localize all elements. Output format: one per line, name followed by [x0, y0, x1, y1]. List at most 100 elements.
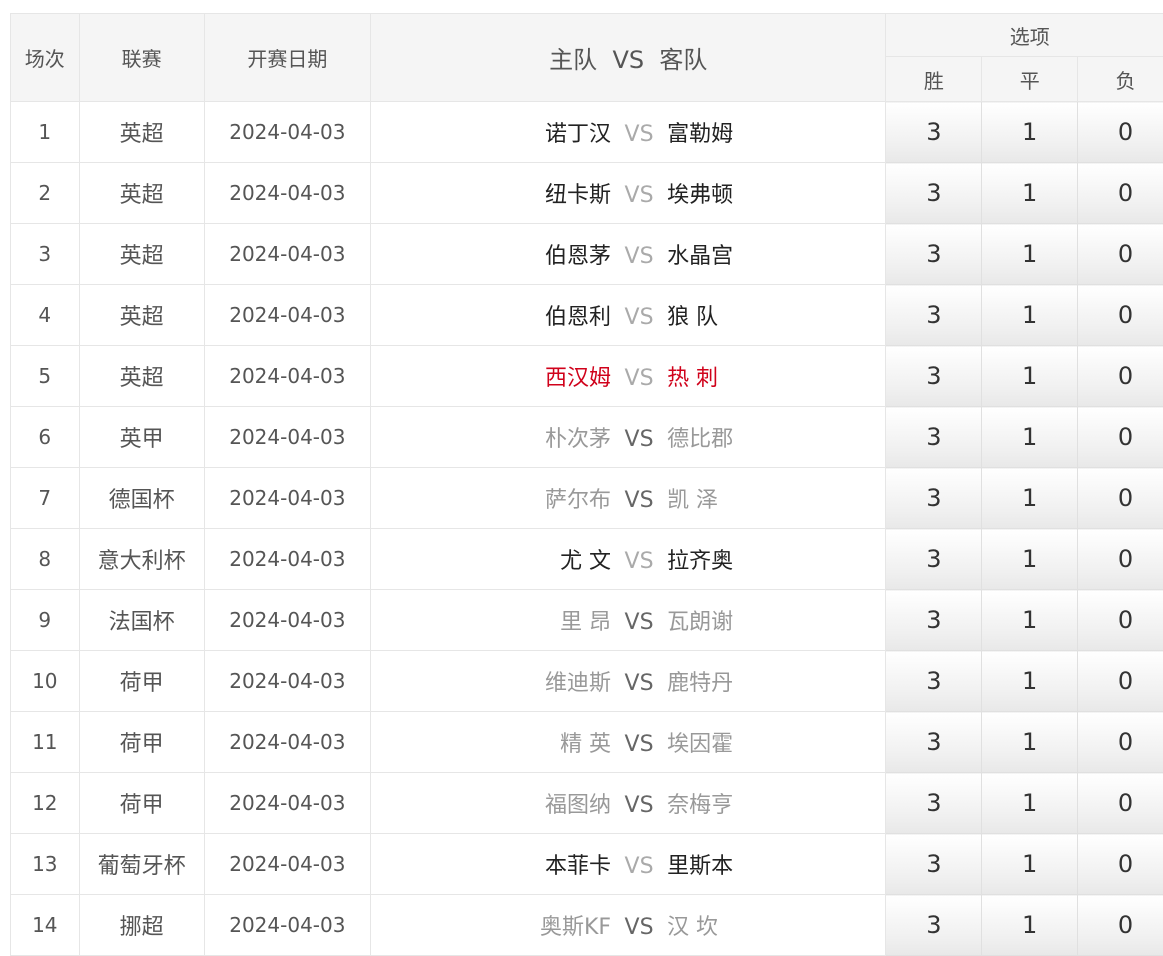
option-draw-button[interactable]: 1	[982, 895, 1078, 956]
option-lose-button[interactable]: 0	[1078, 529, 1163, 590]
vs-label: VS	[611, 793, 667, 818]
home-team: 本菲卡	[371, 848, 611, 880]
row-league: 法国杯	[79, 590, 204, 651]
header-opt-win: 胜	[886, 57, 982, 102]
match-rows: 1英超2024-04-03诺丁汉VS富勒姆3102英超2024-04-03纽卡斯…	[11, 102, 1163, 956]
header-options: 选项	[886, 14, 1163, 57]
vs-label: VS	[611, 488, 667, 513]
table-row: 13葡萄牙杯2024-04-03本菲卡VS里斯本310	[11, 834, 1163, 895]
table-row: 8意大利杯2024-04-03尤 文VS拉齐奥310	[11, 529, 1163, 590]
away-team: 瓦朗谢	[667, 604, 887, 636]
away-team: 水晶宫	[667, 238, 887, 270]
option-lose-button[interactable]: 0	[1078, 590, 1163, 651]
home-team: 朴次茅	[371, 421, 611, 453]
option-draw-button[interactable]: 1	[982, 163, 1078, 224]
row-index: 14	[11, 895, 80, 956]
row-match: 本菲卡VS里斯本	[371, 834, 886, 895]
option-draw-button[interactable]: 1	[982, 285, 1078, 346]
option-win-button[interactable]: 3	[886, 102, 982, 163]
option-draw-button[interactable]: 1	[982, 224, 1078, 285]
option-lose-button[interactable]: 0	[1078, 285, 1163, 346]
table-row: 2英超2024-04-03纽卡斯VS埃弗顿310	[11, 163, 1163, 224]
row-date: 2024-04-03	[204, 834, 370, 895]
row-index: 1	[11, 102, 80, 163]
option-lose-button[interactable]: 0	[1078, 651, 1163, 712]
row-index: 5	[11, 346, 80, 407]
option-draw-button[interactable]: 1	[982, 834, 1078, 895]
option-win-button[interactable]: 3	[886, 895, 982, 956]
option-win-button[interactable]: 3	[886, 834, 982, 895]
option-draw-button[interactable]: 1	[982, 407, 1078, 468]
option-draw-button[interactable]: 1	[982, 102, 1078, 163]
vs-label: VS	[611, 366, 667, 391]
row-date: 2024-04-03	[204, 163, 370, 224]
option-lose-button[interactable]: 0	[1078, 102, 1163, 163]
option-lose-button[interactable]: 0	[1078, 346, 1163, 407]
vs-label: VS	[611, 671, 667, 696]
row-date: 2024-04-03	[204, 468, 370, 529]
table-row: 3英超2024-04-03伯恩茅VS水晶宫310	[11, 224, 1163, 285]
option-win-button[interactable]: 3	[886, 468, 982, 529]
option-win-button[interactable]: 3	[886, 407, 982, 468]
home-team: 尤 文	[371, 543, 611, 575]
option-win-button[interactable]: 3	[886, 285, 982, 346]
option-win-button[interactable]: 3	[886, 529, 982, 590]
table-row: 1英超2024-04-03诺丁汉VS富勒姆310	[11, 102, 1163, 163]
home-team: 伯恩茅	[371, 238, 611, 270]
option-lose-button[interactable]: 0	[1078, 224, 1163, 285]
row-league: 挪超	[79, 895, 204, 956]
option-draw-button[interactable]: 1	[982, 773, 1078, 834]
option-win-button[interactable]: 3	[886, 773, 982, 834]
option-lose-button[interactable]: 0	[1078, 834, 1163, 895]
option-win-button[interactable]: 3	[886, 346, 982, 407]
row-date: 2024-04-03	[204, 895, 370, 956]
table-row: 4英超2024-04-03伯恩利VS狼 队310	[11, 285, 1163, 346]
row-match: 伯恩利VS狼 队	[371, 285, 886, 346]
option-win-button[interactable]: 3	[886, 712, 982, 773]
option-draw-button[interactable]: 1	[982, 590, 1078, 651]
option-draw-button[interactable]: 1	[982, 529, 1078, 590]
header-opt-lose: 负	[1078, 57, 1163, 102]
row-index: 4	[11, 285, 80, 346]
option-lose-button[interactable]: 0	[1078, 468, 1163, 529]
option-win-button[interactable]: 3	[886, 651, 982, 712]
option-draw-button[interactable]: 1	[982, 468, 1078, 529]
option-draw-button[interactable]: 1	[982, 712, 1078, 773]
row-date: 2024-04-03	[204, 346, 370, 407]
header-match: 主队 VS 客队	[371, 14, 886, 102]
home-team: 伯恩利	[371, 299, 611, 331]
row-match: 福图纳VS奈梅亨	[371, 773, 886, 834]
header-opt-draw: 平	[982, 57, 1078, 102]
header-vs: VS	[612, 46, 644, 74]
vs-label: VS	[611, 610, 667, 635]
option-win-button[interactable]: 3	[886, 163, 982, 224]
option-lose-button[interactable]: 0	[1078, 407, 1163, 468]
row-match: 朴次茅VS德比郡	[371, 407, 886, 468]
row-match: 西汉姆VS热 刺	[371, 346, 886, 407]
row-league: 荷甲	[79, 773, 204, 834]
home-team: 精 英	[371, 726, 611, 758]
away-team: 埃因霍	[667, 726, 887, 758]
table-row: 12荷甲2024-04-03福图纳VS奈梅亨310	[11, 773, 1163, 834]
row-league: 德国杯	[79, 468, 204, 529]
away-team: 热 刺	[667, 360, 887, 392]
option-lose-button[interactable]: 0	[1078, 773, 1163, 834]
away-team: 拉齐奥	[667, 543, 887, 575]
row-league: 英超	[79, 285, 204, 346]
option-lose-button[interactable]: 0	[1078, 895, 1163, 956]
option-draw-button[interactable]: 1	[982, 346, 1078, 407]
row-match: 萨尔布VS凯 泽	[371, 468, 886, 529]
table-row: 5英超2024-04-03西汉姆VS热 刺310	[11, 346, 1163, 407]
option-lose-button[interactable]: 0	[1078, 712, 1163, 773]
row-index: 9	[11, 590, 80, 651]
option-lose-button[interactable]: 0	[1078, 163, 1163, 224]
home-team: 维迪斯	[371, 665, 611, 697]
option-draw-button[interactable]: 1	[982, 651, 1078, 712]
option-win-button[interactable]: 3	[886, 590, 982, 651]
vs-label: VS	[611, 305, 667, 330]
row-league: 荷甲	[79, 712, 204, 773]
table-row: 9法国杯2024-04-03里 昂VS瓦朗谢310	[11, 590, 1163, 651]
away-team: 凯 泽	[667, 482, 887, 514]
option-win-button[interactable]: 3	[886, 224, 982, 285]
match-table: 场次 联赛 开赛日期 主队 VS 客队 选项 胜 平 负 1英超2024-04-…	[10, 13, 1163, 956]
